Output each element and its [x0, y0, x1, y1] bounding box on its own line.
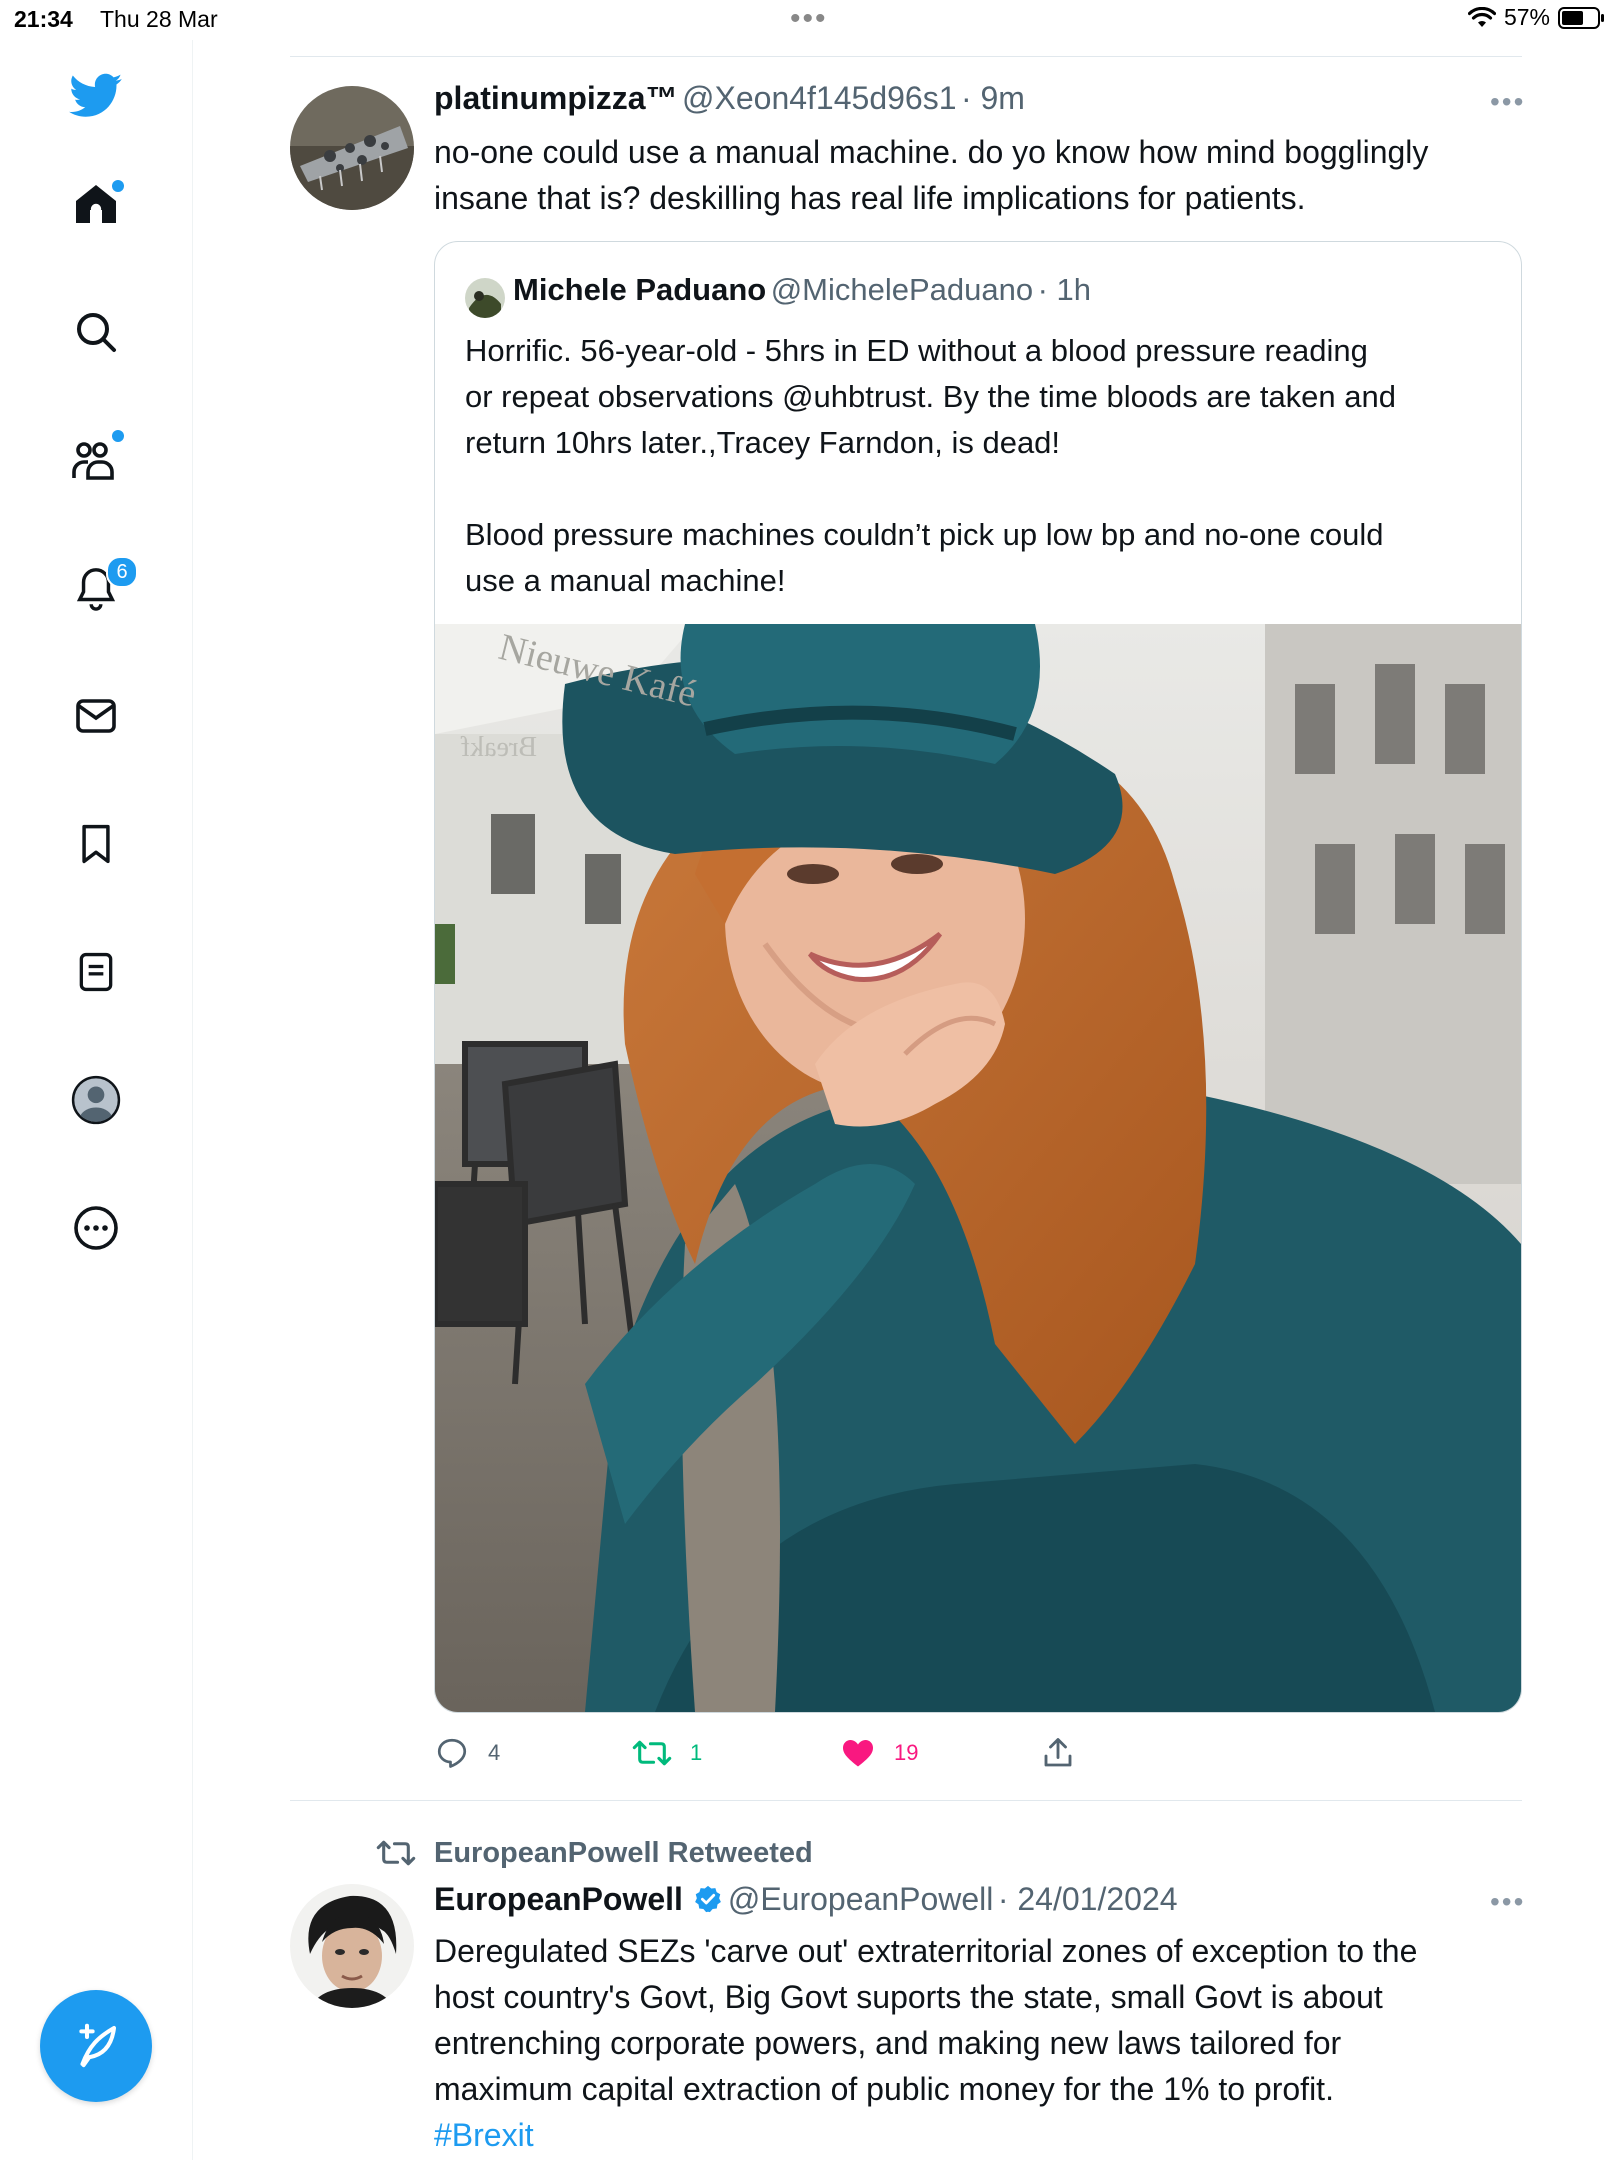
share-button[interactable]: [1040, 1735, 1076, 1771]
hashtag-link[interactable]: #Brexit: [434, 2112, 1534, 2158]
lists-icon[interactable]: [66, 942, 126, 1002]
quote-text-line: Horrific. 56-year-old - 5hrs in ED witho…: [465, 333, 1368, 368]
photo-sign-text-mirrored: Breakf: [460, 732, 537, 763]
bookmarks-icon[interactable]: [66, 814, 126, 874]
like-count: 19: [894, 1740, 919, 1765]
tweet-text-line: maximum capital extraction of public mon…: [434, 2071, 1334, 2107]
multitasking-dots-icon[interactable]: •••: [790, 4, 828, 34]
timeline-top-divider: [290, 56, 1522, 57]
status-date: Thu 28 Mar: [100, 6, 218, 32]
quote-text-line: return 10hrs later.,Tracey Farndon, is d…: [465, 425, 1061, 460]
sidebar: 6: [0, 40, 193, 2160]
compose-tweet-icon: [79, 2023, 117, 2068]
reply-icon: [437, 1738, 467, 1768]
search-icon[interactable]: [66, 302, 126, 362]
retweet-icon: [632, 1740, 672, 1766]
quote-text: Horrific. 56-year-old - 5hrs in ED witho…: [465, 328, 1505, 604]
avatar[interactable]: [290, 1884, 414, 2008]
tweet-text-line: entrenching corporate powers, and making…: [434, 2025, 1342, 2061]
retweeted-by-line: EuropeanPowell Retweeted: [376, 1836, 813, 1870]
home-notification-dot: [112, 180, 124, 192]
quoted-tweet-photo[interactable]: Nieuwe Kafé Breakf: [435, 624, 1521, 1712]
reply-count: 4: [488, 1740, 501, 1765]
like-button[interactable]: 19: [840, 1735, 918, 1771]
quote-text-line: or repeat observations @uhbtrust. By the…: [465, 379, 1396, 414]
status-bar: 21:34 Thu 28 Mar ••• 57%: [0, 0, 1620, 40]
handle[interactable]: @EuropeanPowell: [728, 1881, 994, 1917]
retweet-count: 1: [690, 1740, 703, 1765]
timestamp[interactable]: · 24/01/2024: [998, 1881, 1178, 1917]
status-right: 57%: [1467, 4, 1606, 31]
retweet-icon: [376, 1840, 416, 1866]
heart-icon: [843, 1739, 873, 1767]
quote-text-line: Blood pressure machines couldn’t pick up…: [465, 517, 1384, 552]
tweet-actions: 4 1 19: [434, 1735, 1334, 1785]
battery-percent: 57%: [1503, 4, 1550, 30]
tweet-text-line: no-one could use a manual machine. do yo…: [434, 134, 1429, 170]
compose-tweet-button[interactable]: [40, 1990, 152, 2102]
retweet-button[interactable]: 1: [632, 1735, 702, 1771]
profile-icon[interactable]: [66, 1070, 126, 1130]
retweeted-by[interactable]: EuropeanPowell Retweeted: [434, 1837, 813, 1870]
status-time: 21:34: [14, 6, 73, 32]
messages-icon[interactable]: [66, 686, 126, 746]
wifi-icon: [1467, 6, 1496, 29]
quote-header: Michele Paduano @MichelePaduano · 1h: [513, 272, 1091, 308]
twitter-logo-icon[interactable]: [66, 66, 126, 126]
quote-text-line: use a manual machine!: [465, 563, 786, 598]
tweet-text-line: Deregulated SEZs 'carve out' extraterrit…: [434, 1933, 1418, 1969]
quote-avatar: [465, 278, 505, 318]
avatar[interactable]: [290, 86, 414, 210]
tweet-text: Deregulated SEZs 'carve out' extraterrit…: [434, 1928, 1534, 2158]
battery-icon: [1558, 6, 1606, 30]
tweet-header: EuropeanPowell @EuropeanPowell · 24/01/2…: [434, 1881, 1178, 1918]
tweet-header: platinumpizza™ @Xeon4f145d96s1 · 9m: [434, 80, 1025, 117]
tweet-text-line: host country's Govt, Big Govt suports th…: [434, 1979, 1383, 2015]
display-name[interactable]: EuropeanPowell: [434, 1881, 683, 1917]
tweet-divider: [290, 1800, 1522, 1801]
quote-display-name: Michele Paduano: [513, 272, 767, 307]
tweet-text-line: insane that is? deskilling has real life…: [434, 180, 1306, 216]
notifications-badge: 6: [106, 556, 138, 588]
communities-notification-dot: [112, 430, 124, 442]
more-icon[interactable]: [66, 1198, 126, 1258]
handle[interactable]: @Xeon4f145d96s1: [682, 80, 956, 116]
home-icon[interactable]: [66, 174, 126, 234]
communities-icon[interactable]: [66, 430, 126, 490]
tweet-more-icon[interactable]: •••: [1490, 86, 1525, 118]
share-icon: [1044, 1738, 1072, 1767]
notifications-icon[interactable]: 6: [66, 556, 138, 618]
display-name[interactable]: platinumpizza™: [434, 80, 678, 116]
quoted-tweet[interactable]: Michele Paduano @MichelePaduano · 1h Hor…: [434, 241, 1522, 1713]
reply-button[interactable]: 4: [434, 1735, 500, 1771]
quote-handle: @MichelePaduano: [770, 272, 1034, 307]
tweet-text: no-one could use a manual machine. do yo…: [434, 129, 1524, 221]
timestamp[interactable]: · 9m: [961, 80, 1025, 116]
verified-badge-icon: [695, 1885, 722, 1913]
tweet-more-icon[interactable]: •••: [1490, 1886, 1525, 1918]
quote-timestamp: · 1h: [1037, 272, 1091, 307]
